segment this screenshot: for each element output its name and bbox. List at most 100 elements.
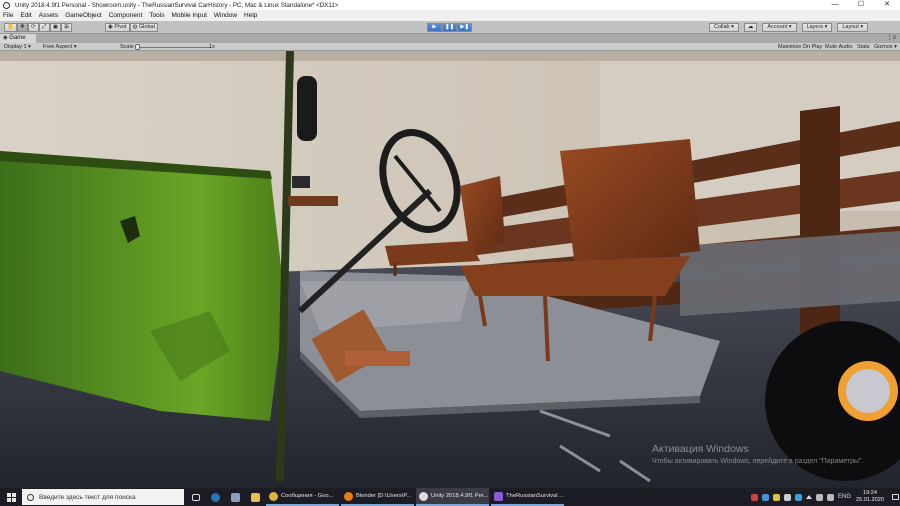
menu-window[interactable]: Window xyxy=(214,12,237,19)
menu-tools[interactable]: Tools xyxy=(149,12,164,19)
volume-icon[interactable] xyxy=(826,493,834,501)
pause-icon: ❚❚ xyxy=(445,24,455,30)
game-tab-label: Game xyxy=(9,35,26,41)
blender-icon xyxy=(344,491,353,501)
watermark-subtitle: Чтобы активировать Windows, перейдите в … xyxy=(652,458,864,465)
unity-icon xyxy=(419,491,428,501)
window-controls: — ☐ ✕ xyxy=(822,0,900,10)
taskbar-app-label: Unity 2018.4.9f1 Per... xyxy=(431,493,489,499)
aspect-dropdown[interactable]: Free Aspect ▾ xyxy=(43,43,77,51)
taskbar-app-label: Сообщения - Goo... xyxy=(281,493,334,499)
start-button[interactable] xyxy=(0,488,22,506)
windows-taskbar: Введите здесь текст для поиска Сообщения… xyxy=(0,488,900,506)
menu-assets[interactable]: Assets xyxy=(39,12,59,19)
clock[interactable]: 19:24 25.01.2020 xyxy=(856,490,884,504)
game-view-toolbar: Display 1 ▾ Free Aspect ▾ Scale 1x Maxim… xyxy=(0,43,900,51)
tray-app-icon[interactable] xyxy=(794,493,802,501)
monitor-icon[interactable] xyxy=(227,489,244,505)
taskbar-app-visual-studio[interactable]: TheRussianSurvival ... xyxy=(491,488,564,506)
activation-watermark: Активация Windows Чтобы активировать Win… xyxy=(652,443,863,465)
minimize-button[interactable]: — xyxy=(822,0,848,10)
title-bar: Unity 2018.4.9f1 Personal - Showroom.uni… xyxy=(0,0,900,10)
unity-logo-icon xyxy=(3,1,10,9)
handle-toggles: ◉ Pivot ◍ Global xyxy=(105,23,158,32)
stats-toggle[interactable]: Stats xyxy=(855,43,872,51)
taskbar-search[interactable]: Введите здесь текст для поиска xyxy=(22,489,184,505)
maximize-on-play-toggle[interactable]: Maximize On Play xyxy=(776,43,824,51)
visual-studio-icon xyxy=(494,491,503,501)
step-icon: ▶❚ xyxy=(460,24,470,30)
clock-date: 25.01.2020 xyxy=(856,497,884,503)
pause-button[interactable]: ❚❚ xyxy=(442,23,458,32)
scale-slider-handle[interactable] xyxy=(135,44,140,50)
game-viewport[interactable]: Активация Windows Чтобы активировать Win… xyxy=(0,51,900,488)
display-label: Display 1 xyxy=(4,44,27,50)
taskbar-app-label: Blender [D:\Users\P... xyxy=(356,493,412,499)
ceiling-edge xyxy=(0,51,900,61)
close-button[interactable]: ✕ xyxy=(874,0,900,10)
tab-game[interactable]: ◈ Game xyxy=(0,34,36,43)
clock-time: 19:24 xyxy=(863,490,877,496)
chevron-up-icon[interactable] xyxy=(805,495,812,499)
language-indicator[interactable]: ENG xyxy=(838,494,851,500)
window-title: Unity 2018.4.9f1 Personal - Showroom.uni… xyxy=(15,1,339,9)
menu-file[interactable]: File xyxy=(3,12,13,19)
game-tab-bar: ◈ Game ⋮≡ xyxy=(0,34,900,43)
move-tool-icon[interactable]: ✥ xyxy=(16,23,28,32)
layout-dropdown[interactable]: Layout ▾ xyxy=(837,23,869,32)
transform-tool-icon[interactable]: ⊞ xyxy=(61,23,73,32)
tray-app-icon[interactable] xyxy=(761,493,769,501)
folder-icon[interactable] xyxy=(247,489,264,505)
mute-audio-toggle[interactable]: Mute Audio xyxy=(823,43,855,51)
gizmos-dropdown[interactable]: Gizmos ▾ xyxy=(872,43,899,51)
play-button[interactable]: ▶ xyxy=(427,23,442,32)
scene-render xyxy=(0,51,900,488)
tray-app-icon[interactable] xyxy=(783,493,791,501)
steam-icon[interactable] xyxy=(207,489,224,505)
network-icon[interactable] xyxy=(815,493,823,501)
system-tray: ENG 19:24 25.01.2020 xyxy=(750,488,900,506)
scale-label: Scale xyxy=(120,44,134,50)
task-view-icon[interactable] xyxy=(187,489,204,505)
taskbar-app-chrome[interactable]: Сообщения - Goo... xyxy=(266,488,339,506)
menu-help[interactable]: Help xyxy=(244,12,257,19)
taskbar-app-label: TheRussianSurvival ... xyxy=(506,493,564,499)
menu-mobile-input[interactable]: Mobile Input xyxy=(172,12,207,19)
taskbar-app-blender[interactable]: Blender [D:\Users\P... xyxy=(341,488,414,506)
transform-tools: ✋ ✥ ⟳ ⤢ ▣ ⊞ xyxy=(4,23,73,32)
scale-tool-icon[interactable]: ⤢ xyxy=(38,23,50,32)
display-dropdown[interactable]: Display 1 ▾ xyxy=(4,43,31,51)
scale-value: 1x xyxy=(209,44,215,50)
rotate-tool-icon[interactable]: ⟳ xyxy=(27,23,39,32)
right-toolbar: Collab ▾ ☁ Account ▾ Layers ▾ Layout ▾ xyxy=(704,23,869,32)
collab-dropdown[interactable]: Collab ▾ xyxy=(709,23,739,32)
main-toolbar: ✋ ✥ ⟳ ⤢ ▣ ⊞ ◉ Pivot ◍ Global ▶ ❚❚ ▶❚ Col… xyxy=(0,21,900,34)
pivot-label: Pivot xyxy=(114,24,127,30)
notification-icon xyxy=(891,494,899,500)
layers-dropdown[interactable]: Layers ▾ xyxy=(801,23,833,32)
notification-center-button[interactable] xyxy=(890,488,900,506)
menu-edit[interactable]: Edit xyxy=(20,12,31,19)
search-placeholder: Введите здесь текст для поиска xyxy=(39,493,136,501)
menu-component[interactable]: Component xyxy=(109,12,143,19)
play-controls: ▶ ❚❚ ▶❚ xyxy=(427,23,473,32)
tray-app-icon[interactable] xyxy=(772,493,780,501)
step-button[interactable]: ▶❚ xyxy=(457,23,473,32)
taskbar-app-unity[interactable]: Unity 2018.4.9f1 Per... xyxy=(416,488,489,506)
global-toggle[interactable]: ◍ Global xyxy=(129,23,158,32)
tab-menu-icon[interactable]: ⋮≡ xyxy=(886,34,896,43)
hand-tool-icon[interactable]: ✋ xyxy=(4,23,17,32)
account-dropdown[interactable]: Account ▾ xyxy=(762,23,797,32)
cloud-icon[interactable]: ☁ xyxy=(743,23,758,32)
chrome-icon xyxy=(269,491,278,501)
windows-logo-icon xyxy=(6,492,16,502)
maximize-button[interactable]: ☐ xyxy=(848,0,874,10)
aspect-label: Free Aspect xyxy=(43,44,73,50)
global-label: Global xyxy=(138,24,155,30)
scale-slider[interactable] xyxy=(137,46,211,48)
tray-app-icon[interactable] xyxy=(750,493,758,501)
play-icon: ▶ xyxy=(432,24,437,30)
rect-tool-icon[interactable]: ▣ xyxy=(49,23,62,32)
menu-gameobject[interactable]: GameObject xyxy=(65,12,102,19)
pivot-toggle[interactable]: ◉ Pivot xyxy=(105,23,130,32)
